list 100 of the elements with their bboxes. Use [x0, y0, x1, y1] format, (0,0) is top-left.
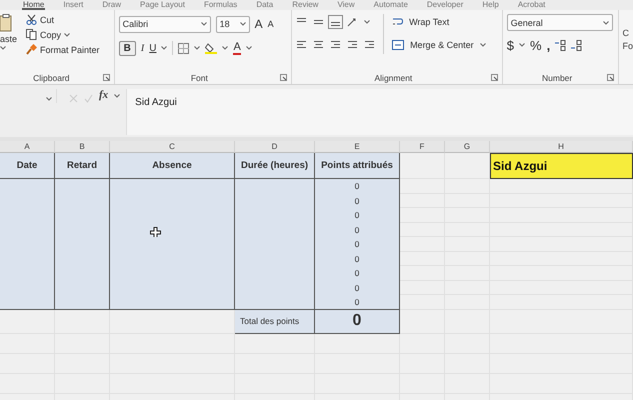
ribbon-tab[interactable]: Insert	[62, 0, 84, 10]
increase-indent-icon[interactable]	[364, 40, 376, 50]
caret-icon[interactable]	[46, 96, 52, 100]
ribbon-tab[interactable]: Draw	[101, 0, 122, 10]
align-center-icon[interactable]	[313, 40, 324, 50]
grid-cell	[400, 266, 445, 280]
column-header[interactable]: C	[110, 141, 235, 153]
caret-icon[interactable]	[364, 20, 370, 24]
borders-icon[interactable]	[178, 42, 190, 54]
insert-function-button[interactable]: fx	[99, 89, 108, 101]
caret-icon[interactable]	[602, 20, 609, 24]
percent-button[interactable]: %	[530, 38, 542, 52]
grid-cell	[400, 222, 445, 237]
formula-input[interactable]: Sid Azgui	[126, 89, 633, 135]
table-cell: 0	[354, 224, 360, 235]
bold-button[interactable]: B	[118, 40, 136, 56]
group-label: Font	[190, 72, 209, 82]
decrease-font-button[interactable]: A	[268, 19, 274, 29]
table-cell	[55, 295, 110, 310]
ribbon-tab[interactable]: Page Layout	[139, 0, 186, 10]
column-header[interactable]: H	[490, 141, 633, 153]
align-right-icon[interactable]	[330, 40, 342, 50]
font-name-field[interactable]: Calibri	[118, 16, 211, 32]
fill-bucket-icon[interactable]	[205, 42, 218, 54]
ribbon-tab[interactable]: Review	[291, 0, 320, 10]
merge-center-button[interactable]: Merge & Center	[410, 40, 474, 50]
caret-icon[interactable]	[114, 94, 120, 98]
decrease-decimal-icon[interactable]	[571, 40, 582, 50]
font-size-field[interactable]: 18	[216, 16, 250, 32]
align-left-icon[interactable]	[296, 40, 308, 50]
comma-style-button[interactable]: ,	[546, 38, 550, 52]
column-header[interactable]: G	[445, 141, 490, 153]
header-cell: Date	[16, 160, 38, 171]
font-color-button[interactable]: A	[233, 42, 241, 54]
dialog-launcher-icon[interactable]	[607, 74, 614, 81]
increase-font-button[interactable]: A	[254, 17, 263, 31]
paste-button[interactable]: aste	[0, 34, 18, 44]
column-header[interactable]: A	[0, 141, 55, 153]
total-label: Total des points	[240, 316, 300, 326]
caret-icon[interactable]	[194, 46, 200, 50]
underline-button[interactable]: U	[149, 42, 156, 54]
caret-icon[interactable]	[246, 46, 252, 50]
caret-icon[interactable]	[200, 22, 207, 26]
dialog-launcher-icon[interactable]	[102, 74, 110, 81]
ribbon-tab[interactable]: Data	[255, 0, 274, 10]
name-cell[interactable]: Sid Azgui	[490, 153, 633, 179]
text-orientation-icon[interactable]	[347, 16, 358, 26]
number-format-field[interactable]: General	[506, 14, 613, 31]
grid-cell	[400, 252, 445, 266]
format-painter-button[interactable]: Format Painter	[40, 44, 100, 54]
header-cell: Retard	[66, 160, 98, 171]
ribbon-tab[interactable]: View	[336, 0, 356, 10]
merge-cells-icon[interactable]	[392, 40, 404, 50]
ribbon-tab[interactable]: Developer	[426, 0, 464, 10]
ribbon-tab[interactable]: Automate	[372, 0, 409, 10]
table-cell: 0	[354, 196, 360, 206]
formula-value: Sid Azgui	[135, 97, 177, 108]
table-cell: 0	[354, 296, 360, 307]
decrease-indent-icon[interactable]	[347, 40, 358, 50]
column-header[interactable]: B	[55, 141, 110, 153]
copy-button[interactable]: Copy	[40, 30, 62, 40]
column-header[interactable]: D	[235, 141, 315, 153]
cut-button[interactable]: Cut	[40, 14, 54, 24]
grid-cell	[400, 194, 445, 208]
table-cell: 0	[354, 181, 360, 192]
ribbon-tab[interactable]: Help	[481, 0, 500, 10]
caret-icon[interactable]	[64, 32, 70, 36]
caret-icon[interactable]	[240, 22, 246, 26]
column-header[interactable]: E	[315, 141, 400, 153]
table-cell: 0	[354, 210, 360, 220]
font-size-value: 18	[220, 19, 230, 29]
increase-decimal-icon[interactable]	[555, 40, 566, 50]
ribbon-label[interactable]: Fo	[622, 41, 633, 51]
wrap-text-button[interactable]: Wrap Text	[409, 16, 450, 26]
grid-cell	[400, 310, 445, 334]
ribbon-tab[interactable]: Formulas	[202, 0, 238, 10]
clipboard-icon[interactable]	[0, 14, 12, 32]
dialog-launcher-icon[interactable]	[280, 74, 288, 81]
copy-icon[interactable]	[26, 29, 37, 40]
ribbon-label[interactable]: C	[622, 28, 633, 38]
currency-button[interactable]: $	[506, 38, 514, 52]
caret-icon[interactable]	[161, 46, 168, 50]
ribbon-tab[interactable]: Acrobat	[516, 0, 546, 10]
caret-icon[interactable]	[222, 46, 228, 50]
scissors-icon[interactable]	[26, 14, 37, 25]
total-value: 0	[352, 312, 362, 330]
table-cell: 0	[354, 254, 360, 264]
cell-cursor-icon[interactable]	[150, 226, 161, 238]
wrap-text-icon[interactable]	[392, 16, 404, 27]
caret-icon[interactable]	[480, 42, 486, 46]
caret-icon[interactable]	[0, 46, 6, 50]
caret-icon[interactable]	[519, 43, 525, 47]
italic-button[interactable]: I	[140, 42, 144, 54]
grid-cell	[400, 295, 445, 310]
dialog-launcher-icon[interactable]	[490, 74, 498, 81]
header-cell: Durée (heures)	[240, 160, 308, 171]
paintbrush-icon[interactable]	[26, 44, 37, 55]
column-header[interactable]: F	[400, 141, 445, 153]
bottom-align-icon[interactable]	[330, 16, 342, 26]
check-icon[interactable]	[84, 94, 93, 103]
